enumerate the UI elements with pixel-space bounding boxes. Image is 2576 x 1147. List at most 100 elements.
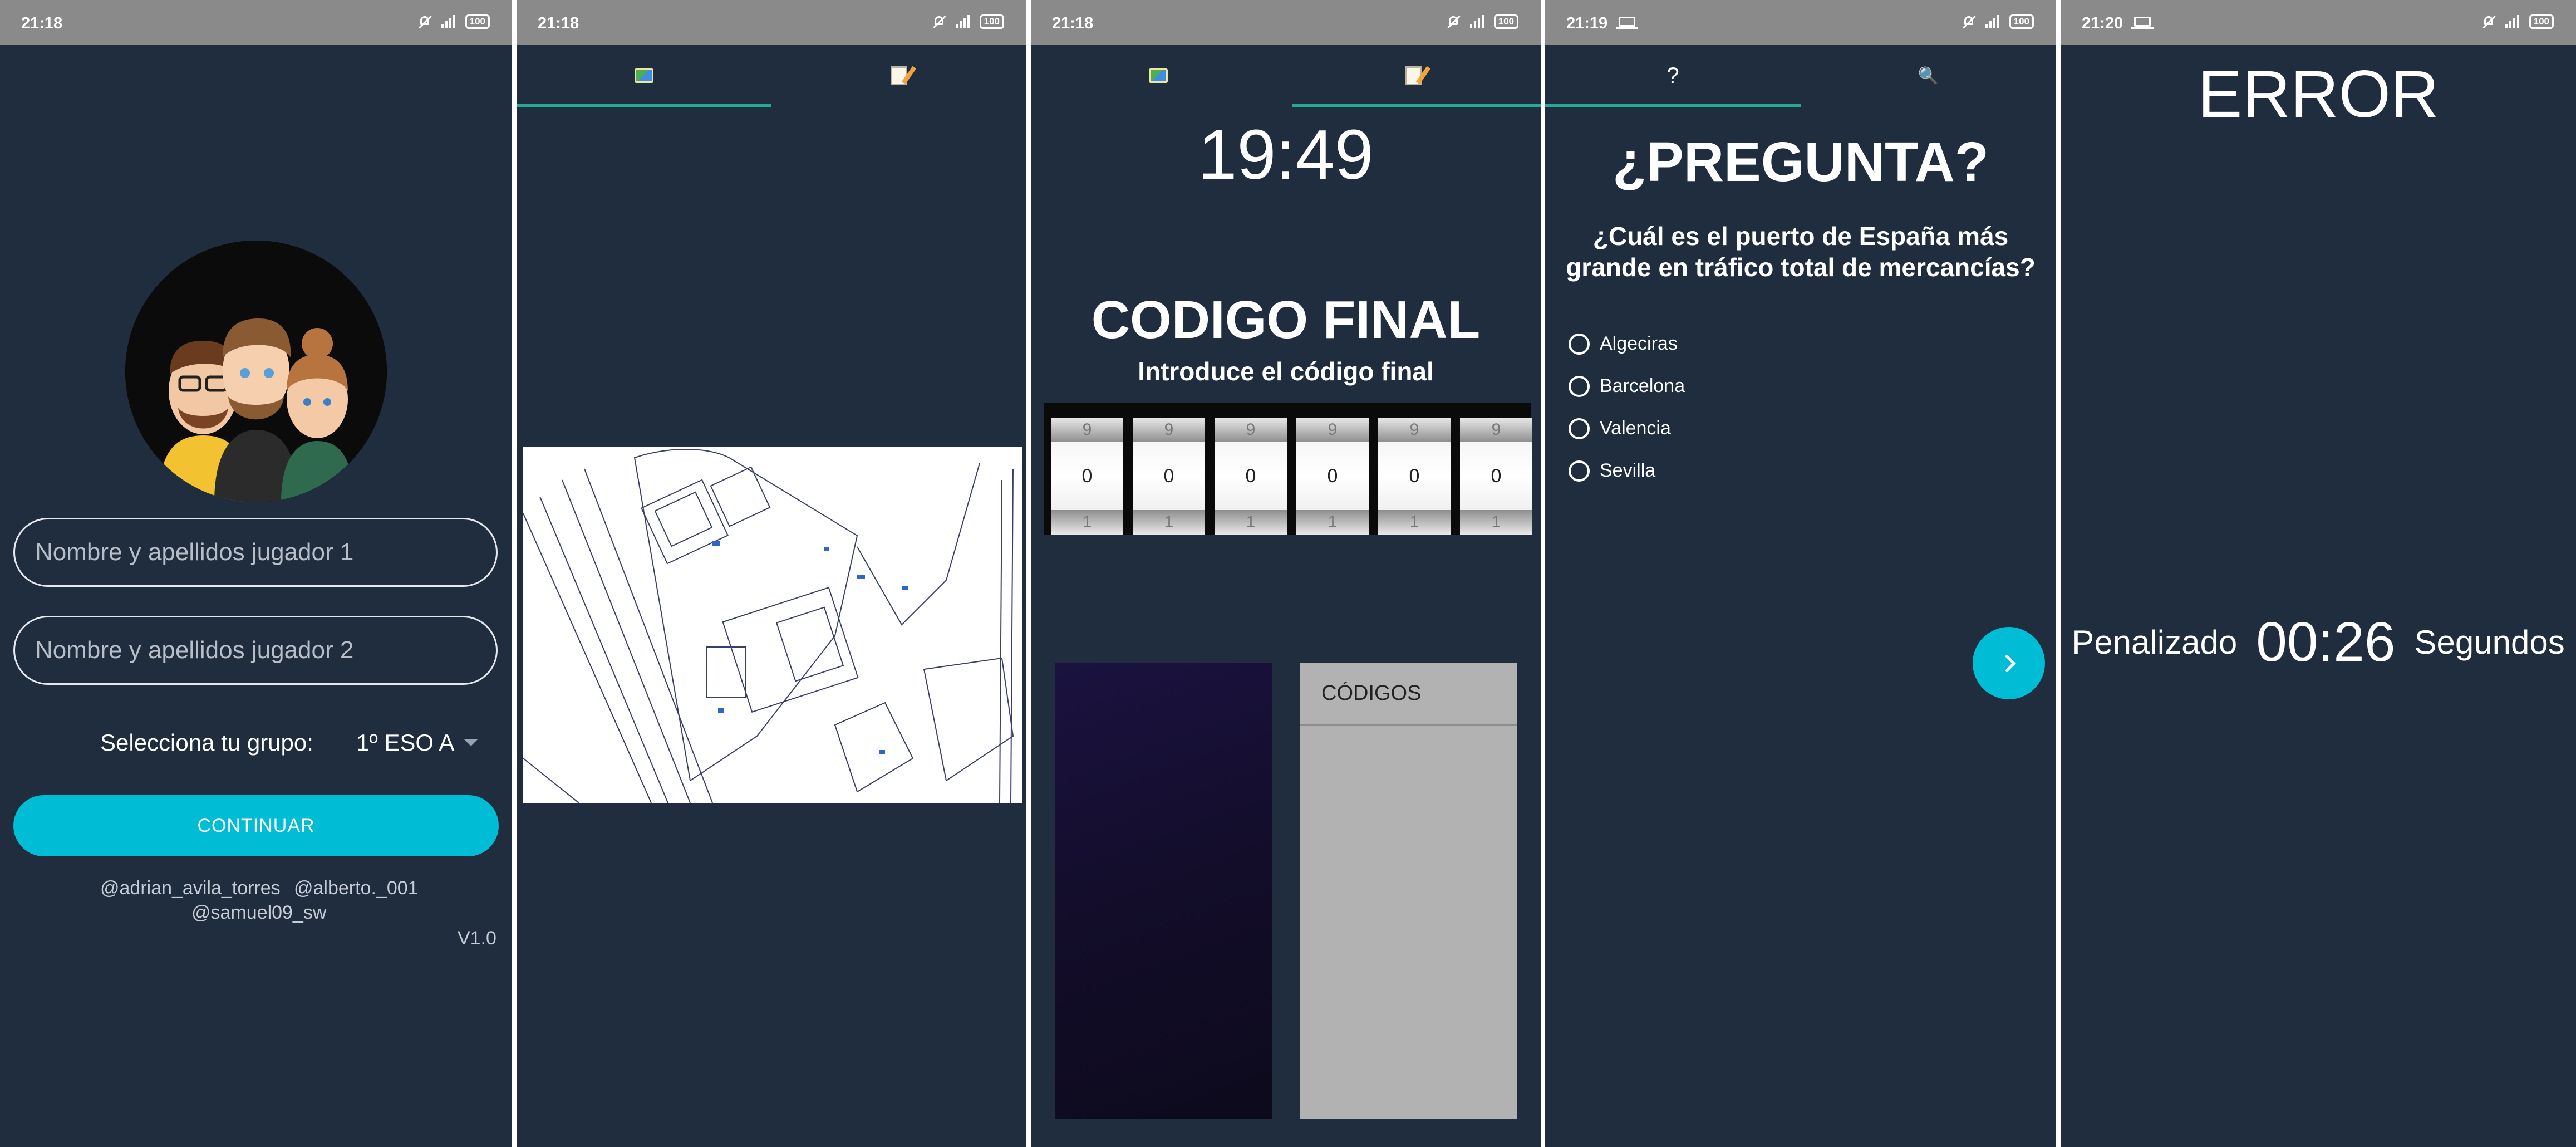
answer-option-algeciras[interactable]: Algeciras [1569,333,1678,355]
signal-icon [1985,15,1999,28]
tab-map[interactable] [1031,45,1286,107]
final-code-screen: 21:18 100 19:49 CODIGO FINAL Introduce e… [1031,0,1541,1147]
status-bar: 21:18 100 [1031,0,1541,45]
tab-question[interactable]: ? [1545,45,1801,107]
bell-muted-icon [2482,15,2495,28]
status-time: 21:20 [2082,14,2123,32]
tab-notes[interactable] [1286,45,1541,107]
drum-digit: 0 [1460,442,1532,510]
credit-link-adrian[interactable]: @adrian_avila_torres [100,878,281,899]
codes-panel-header: CÓDIGOS [1321,682,1422,705]
credit-link-alberto[interactable]: @alberto._001 [294,878,419,899]
tab-notes[interactable] [771,45,1026,107]
page-subtitle: Introduce el código final [1138,357,1434,386]
code-drum[interactable]: 9 0 1 [1296,418,1369,535]
page-title: CODIGO FINAL [1091,290,1481,350]
drum-next-digit: 1 [1051,510,1123,535]
answer-label: Algeciras [1600,333,1678,354]
credit-link-samuel[interactable]: @samuel09_sw [191,902,326,924]
code-drum[interactable]: 9 0 1 [1051,418,1123,535]
signal-icon [441,15,455,28]
drum-prev-digit: 9 [1133,418,1205,442]
answer-label: Valencia [1600,418,1671,439]
drum-next-digit: 1 [1133,510,1205,535]
penalty-label: Penalizado [2072,624,2238,661]
group-select[interactable]: 1º ESO A [356,729,478,756]
signal-icon [1469,15,1484,28]
drum-prev-digit: 9 [1460,418,1532,442]
countdown-timer: 19:49 [1198,115,1374,194]
next-button[interactable] [1973,627,2045,699]
drum-digit: 0 [1133,442,1205,510]
error-screen: 21:20 100 ERROR Penalizado 00:26 Segundo… [2061,0,2576,1147]
laptop-icon [1616,17,1638,29]
tab-search[interactable]: 🔍 [1801,45,2056,107]
drum-next-digit: 1 [1296,510,1369,535]
battery-icon: 100 [979,14,1004,29]
answer-option-barcelona[interactable]: Barcelona [1569,375,1685,397]
chevron-right-icon [1997,654,2016,673]
page-title: ¿PREGUNTA? [1613,131,1989,193]
code-drum[interactable]: 9 0 1 [1215,418,1287,535]
page-title: ERROR [2198,57,2439,131]
question-text: ¿Cuál es el puerto de España más grande … [1566,222,2036,282]
memo-icon [891,66,907,85]
group-label: Selecciona tu grupo: [100,729,313,756]
avatar [125,241,387,502]
status-bar: 21:18 100 [0,0,512,45]
magnifier-icon: 🔍 [1918,66,1939,85]
drum-digit: 0 [1215,442,1287,510]
codes-panel-divider [1300,724,1517,726]
player1-name-input[interactable] [13,518,498,587]
memo-icon [1405,66,1422,85]
battery-icon: 100 [2009,14,2034,29]
player2-name-input[interactable] [13,616,498,685]
tab-bar [1031,45,1541,107]
map-icon [1149,68,1168,83]
continue-button[interactable]: CONTINUAR [13,795,499,856]
drum-digit: 0 [1378,442,1451,510]
signal-icon [2505,15,2519,28]
status-time: 21:19 [1566,14,1608,32]
battery-icon: 100 [465,14,490,29]
drum-next-digit: 1 [1378,510,1451,535]
drum-prev-digit: 9 [1296,418,1369,442]
drum-next-digit: 1 [1460,510,1532,535]
tab-bar [517,45,1026,107]
status-time: 21:18 [538,14,579,32]
login-screen: 21:18 100 Nombre y apellidos jugador 1 N… [0,0,512,1147]
dropdown-arrow-icon [464,739,478,746]
status-time: 21:18 [21,14,63,32]
tab-indicator [1292,104,1541,107]
answer-label: Barcelona [1600,375,1685,396]
camera-preview[interactable] [1055,663,1272,1119]
map-icon [635,68,653,83]
bell-muted-icon [932,15,946,28]
answer-option-sevilla[interactable]: Sevilla [1569,460,1655,482]
tab-bar: ? 🔍 [1545,45,2056,107]
battery-icon: 100 [2529,14,2554,29]
tab-map[interactable] [517,45,771,107]
code-drum[interactable]: 9 0 1 [1460,418,1532,535]
status-bar: 21:19 100 [1545,0,2056,45]
battery-icon: 100 [1493,14,1518,29]
drum-prev-digit: 9 [1051,418,1123,442]
signal-icon [955,15,970,28]
floor-plan-image[interactable] [523,447,1022,803]
codes-panel: CÓDIGOS [1300,663,1517,1119]
bell-muted-icon [418,15,431,28]
code-drum[interactable]: 9 0 1 [1133,418,1205,535]
drum-digit: 0 [1296,442,1369,510]
radio-button[interactable] [1569,333,1590,355]
radio-button[interactable] [1569,460,1590,482]
question-mark-icon: ? [1666,63,1679,88]
penalty-unit: Segundos [2414,624,2565,661]
radio-button[interactable] [1569,418,1590,439]
answer-option-valencia[interactable]: Valencia [1569,418,1671,439]
bell-muted-icon [1447,15,1460,28]
avatar-illustration [125,241,387,502]
radio-button[interactable] [1569,375,1590,397]
code-drum[interactable]: 9 0 1 [1378,418,1451,535]
status-bar: 21:18 100 [517,0,1026,45]
tab-indicator [1545,104,1801,107]
